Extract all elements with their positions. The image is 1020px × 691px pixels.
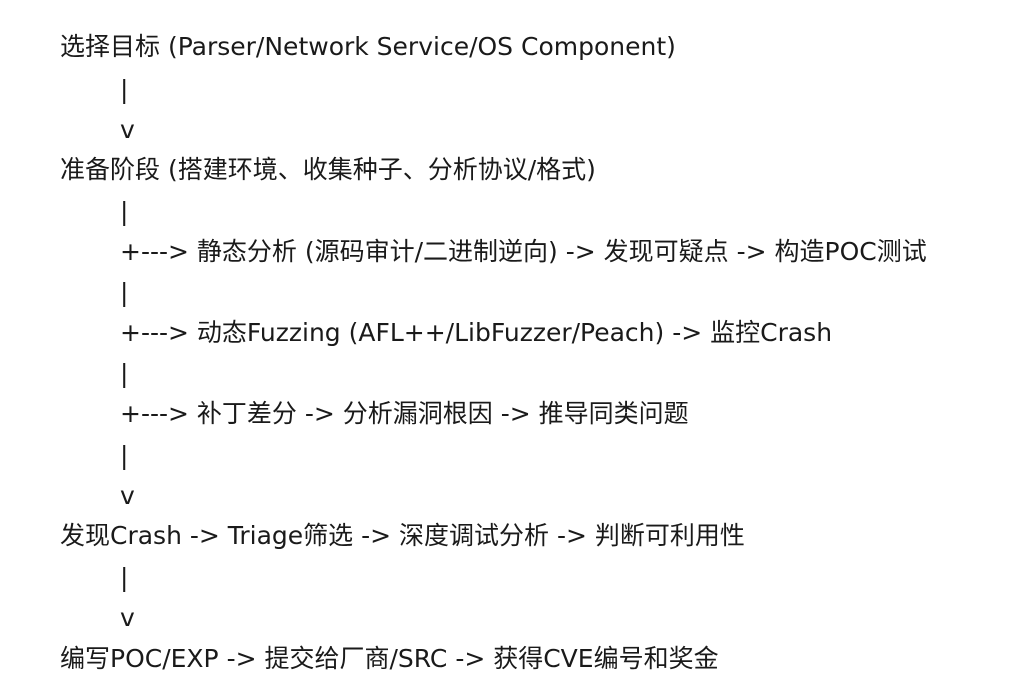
- connector-pipe: |: [120, 441, 129, 470]
- connector-pipe: |: [120, 75, 129, 104]
- branch-dynamic-fuzzing: +---> 动态Fuzzing (AFL++/LibFuzzer/Peach) …: [120, 318, 833, 347]
- step-preparation: 准备阶段 (搭建环境、收集种子、分析协议/格式): [60, 155, 596, 184]
- vulnerability-research-flow: 选择目标 (Parser/Network Service/OS Componen…: [0, 0, 1020, 691]
- step-crash-triage: 发现Crash -> Triage筛选 -> 深度调试分析 -> 判断可利用性: [60, 521, 745, 550]
- connector-arrow-down: v: [120, 603, 135, 632]
- branch-patch-diffing: +---> 补丁差分 -> 分析漏洞根因 -> 推导同类问题: [120, 399, 689, 428]
- connector-arrow-down: v: [120, 115, 135, 144]
- connector-pipe: |: [120, 359, 129, 388]
- connector-pipe: |: [120, 278, 129, 307]
- branch-static-analysis: +---> 静态分析 (源码审计/二进制逆向) -> 发现可疑点 -> 构造PO…: [120, 237, 927, 266]
- step-poc-exp-report: 编写POC/EXP -> 提交给厂商/SRC -> 获得CVE编号和奖金: [60, 644, 719, 673]
- step-select-target: 选择目标 (Parser/Network Service/OS Componen…: [60, 32, 676, 61]
- connector-pipe: |: [120, 563, 129, 592]
- connector-pipe: |: [120, 197, 129, 226]
- connector-arrow-down: v: [120, 481, 135, 510]
